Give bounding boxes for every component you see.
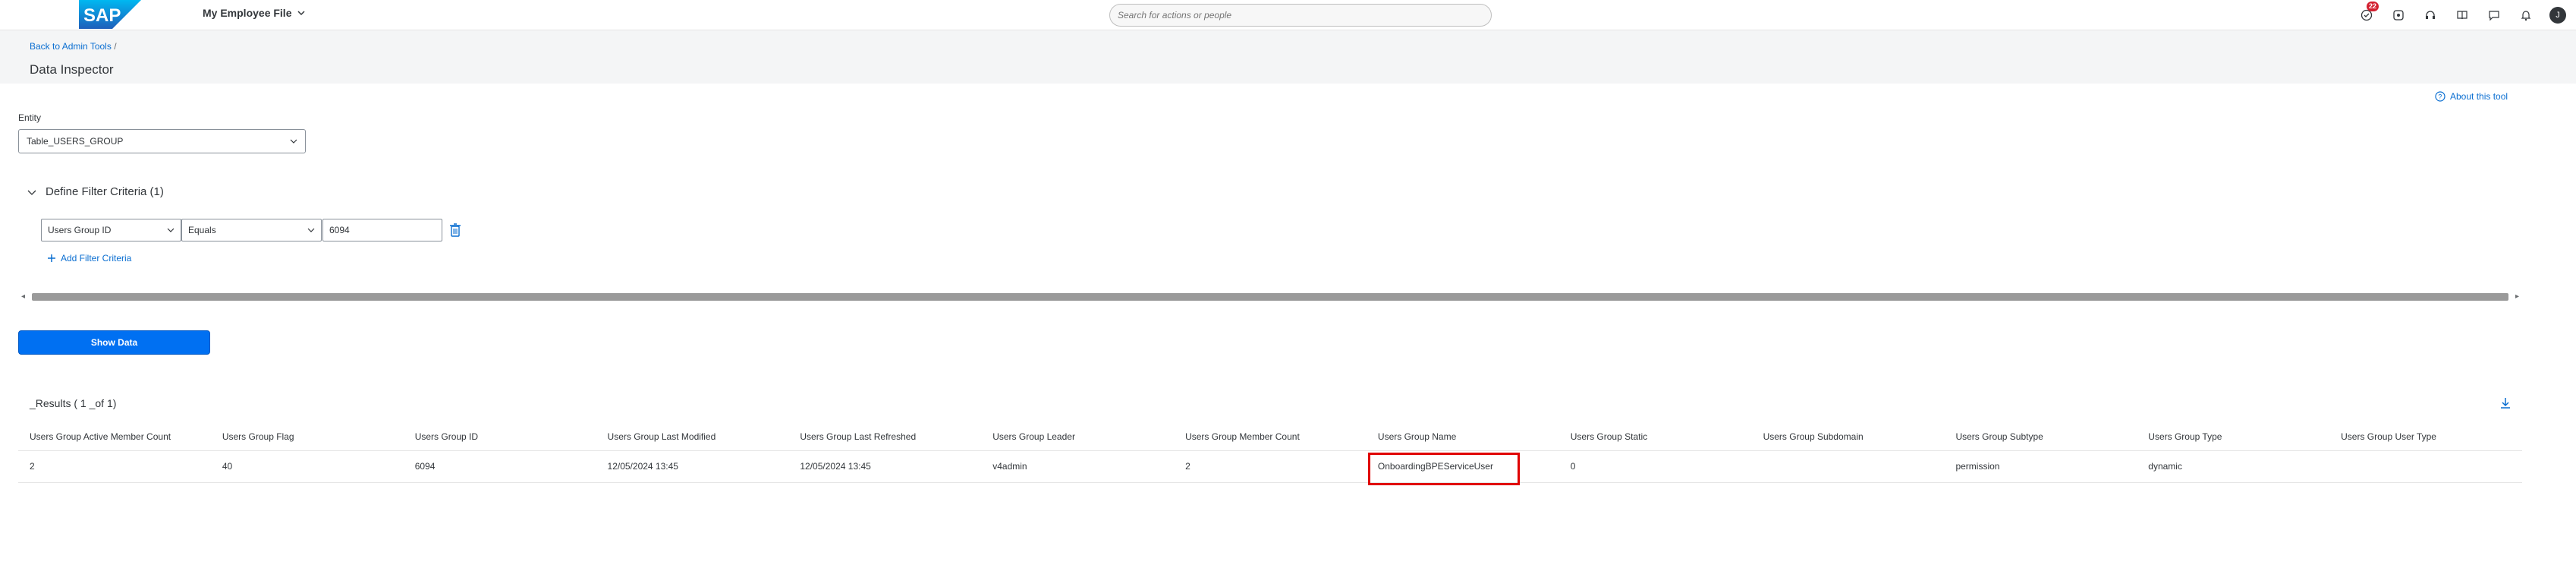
scrollbar-thumb[interactable] — [32, 293, 2508, 301]
about-tool-label: About this tool — [2450, 91, 2508, 102]
plus-icon — [48, 254, 55, 262]
chevron-down-icon — [290, 139, 297, 144]
table-cell: 0 — [1558, 450, 1752, 483]
table-cell: permission — [1944, 450, 2137, 483]
horizontal-scrollbar[interactable]: ◂ ▸ — [18, 291, 2522, 303]
show-data-button[interactable]: Show Data — [18, 330, 210, 355]
table-cell: 6094 — [403, 450, 596, 483]
table-cell: v4admin — [981, 450, 1175, 483]
bell-icon — [2521, 11, 2531, 21]
table-cell — [2329, 450, 2522, 483]
avatar: J — [2549, 7, 2566, 24]
table-cell: 40 — [210, 450, 404, 483]
chevron-down-icon — [307, 228, 315, 232]
assistant-button[interactable] — [2388, 5, 2409, 26]
assistant-icon — [2393, 10, 2404, 21]
filter-field-value: Users Group ID — [48, 225, 112, 235]
table-row[interactable]: 2 40 6094 12/05/2024 13:45 12/05/2024 13:45 v… — [18, 450, 2522, 483]
add-filter-criteria-link[interactable]: Add Filter Criteria — [47, 253, 131, 264]
column-header[interactable]: Users Group Type — [2137, 423, 2330, 451]
search-input[interactable] — [1109, 4, 1492, 27]
filter-field-select[interactable]: Users Group ID — [41, 219, 181, 241]
app-title: My Employee File — [203, 7, 292, 19]
breadcrumb-back-link[interactable]: Back to Admin Tools — [30, 41, 112, 52]
about-tool-link[interactable]: ? About this tool — [2435, 91, 2508, 102]
filter-operator-select[interactable]: Equals — [181, 219, 322, 241]
table-body: 2 40 6094 12/05/2024 13:45 12/05/2024 13:45 v… — [18, 450, 2522, 483]
results-title: _Results ( 1 _of 1) — [30, 397, 117, 409]
table-cell: 2 — [1174, 450, 1367, 483]
filter-criteria-toggle[interactable]: Define Filter Criteria (1) — [27, 185, 164, 198]
table-cell: dynamic — [2137, 450, 2330, 483]
download-icon[interactable] — [2499, 396, 2512, 410]
column-header[interactable]: Users Group Last Refreshed — [788, 423, 982, 451]
page-header: Back to Admin Tools / Data Inspector — [0, 30, 2576, 84]
delete-filter-icon[interactable] — [449, 223, 461, 238]
chevron-down-icon — [167, 228, 175, 232]
chevron-down-icon — [27, 190, 36, 195]
alerts-button[interactable] — [2515, 5, 2537, 26]
feedback-button[interactable] — [2483, 5, 2505, 26]
notifications-button[interactable]: 22 — [2356, 2, 2379, 26]
table-cell: 12/05/2024 13:45 — [788, 450, 982, 483]
breadcrumb: Back to Admin Tools / — [30, 41, 117, 52]
column-header[interactable]: Users Group Subdomain — [1751, 423, 1945, 451]
results-table: Users Group Active Member Count Users Gro… — [18, 423, 2522, 483]
book-icon — [2457, 11, 2467, 20]
column-header[interactable]: Users Group Member Count — [1174, 423, 1367, 451]
table-cell — [1751, 450, 1945, 483]
column-header[interactable]: Users Group Name — [1366, 423, 1559, 451]
entity-select-value: Table_USERS_GROUP — [27, 136, 124, 147]
app-title-menu[interactable]: My Employee File — [203, 7, 306, 19]
add-filter-label: Add Filter Criteria — [61, 253, 132, 264]
shell-bar: SAP My Employee File 22 J — [0, 0, 2576, 30]
support-button[interactable] — [2420, 5, 2441, 26]
shell-actions: 22 J — [2356, 2, 2568, 27]
table-cell: OnboardingBPEServiceUser — [1366, 450, 1559, 483]
breadcrumb-separator: / — [114, 41, 117, 52]
scroll-left-icon[interactable]: ◂ — [21, 292, 25, 301]
filter-operator-value: Equals — [188, 225, 216, 235]
chevron-down-icon — [297, 11, 306, 16]
column-header[interactable]: Users Group Leader — [981, 423, 1175, 451]
column-header[interactable]: Users Group Last Modified — [596, 423, 789, 451]
svg-text:?: ? — [2438, 93, 2442, 101]
page-title: Data Inspector — [30, 62, 114, 77]
guide-button[interactable] — [2452, 5, 2473, 26]
logo-text: SAP — [83, 5, 121, 26]
table-cell: 2 — [18, 450, 211, 483]
filter-value-input[interactable] — [322, 219, 442, 241]
column-header[interactable]: Users Group User Type — [2329, 423, 2522, 451]
entity-select[interactable]: Table_USERS_GROUP — [18, 129, 306, 153]
sap-logo[interactable]: SAP — [79, 0, 141, 29]
column-header[interactable]: Users Group ID — [403, 423, 596, 451]
table-cell: 12/05/2024 13:45 — [596, 450, 789, 483]
feedback-icon — [2489, 11, 2499, 21]
table-header-row: Users Group Active Member Count Users Gro… — [18, 423, 2522, 451]
user-menu-button[interactable]: J — [2547, 5, 2568, 26]
column-header[interactable]: Users Group Subtype — [1944, 423, 2137, 451]
scroll-right-icon[interactable]: ▸ — [2515, 292, 2519, 301]
column-header[interactable]: Users Group Flag — [210, 423, 404, 451]
column-header[interactable]: Users Group Active Member Count — [18, 423, 211, 451]
entity-label: Entity — [18, 112, 42, 123]
column-header[interactable]: Users Group Static — [1558, 423, 1752, 451]
filter-criteria-title: Define Filter Criteria (1) — [46, 185, 164, 198]
notification-badge: 22 — [2366, 2, 2379, 11]
help-icon: ? — [2435, 91, 2445, 102]
headset-icon — [2426, 11, 2435, 19]
